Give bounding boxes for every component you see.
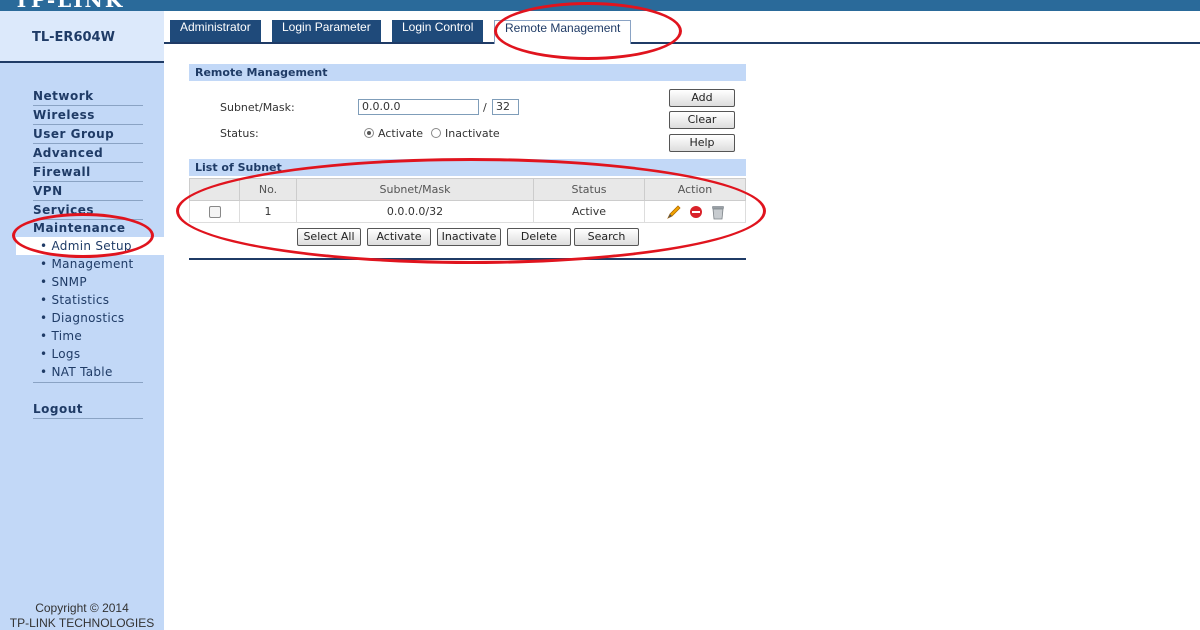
help-button[interactable]: Help	[669, 134, 735, 152]
activate-radio-label: Activate	[378, 127, 424, 140]
clear-button[interactable]: Clear	[669, 111, 735, 129]
subnet-mask-label: Subnet/Mask:	[220, 101, 295, 114]
status-label: Status:	[220, 127, 259, 140]
annotation-ellipse-admin-setup	[12, 213, 154, 258]
sub-management[interactable]: • Management	[40, 257, 134, 271]
remote-management-header: Remote Management	[189, 64, 746, 81]
copyright-line2: TP-LINK TECHNOLOGIES	[9, 616, 155, 630]
mask-input[interactable]: 32	[492, 99, 519, 115]
sub-logs[interactable]: • Logs	[40, 347, 80, 361]
inactivate-radio[interactable]	[431, 128, 441, 138]
tab-login-parameter[interactable]: Login Parameter	[272, 20, 381, 42]
sub-diagnostics[interactable]: • Diagnostics	[40, 311, 124, 325]
nav-advanced[interactable]: Advanced	[33, 145, 143, 163]
sidebar: TL-ER604W Network Wireless User Group Ad…	[0, 11, 164, 630]
nav-network[interactable]: Network	[33, 88, 143, 106]
model-box: TL-ER604W	[0, 11, 164, 63]
mask-slash: /	[483, 101, 487, 114]
annotation-ellipse-tab	[494, 2, 682, 60]
subnet-input[interactable]: 0.0.0.0	[358, 99, 479, 115]
nav-vpn[interactable]: VPN	[33, 183, 143, 201]
add-button[interactable]: Add	[669, 89, 735, 107]
sub-divider	[33, 382, 143, 383]
activate-radio[interactable]	[364, 128, 374, 138]
sub-statistics[interactable]: • Statistics	[40, 293, 109, 307]
nav-firewall[interactable]: Firewall	[33, 164, 143, 182]
tab-administrator[interactable]: Administrator	[170, 20, 261, 42]
sub-snmp[interactable]: • SNMP	[40, 275, 87, 289]
tab-login-control[interactable]: Login Control	[392, 20, 484, 42]
inactivate-radio-label: Inactivate	[445, 127, 500, 140]
nav-logout[interactable]: Logout	[33, 401, 143, 419]
model-name: TL-ER604W	[32, 30, 115, 45]
copyright-line1: Copyright © 2014	[35, 601, 129, 615]
annotation-ellipse-subnet-list	[176, 158, 766, 264]
sub-time[interactable]: • Time	[40, 329, 82, 343]
nav-wireless[interactable]: Wireless	[33, 107, 143, 125]
tab-bar: Administrator Login Parameter Login Cont…	[164, 20, 1200, 44]
sub-nat-table[interactable]: • NAT Table	[40, 365, 113, 379]
nav-user-group[interactable]: User Group	[33, 126, 143, 144]
brand-logo-fragment: TP-LINK	[14, 0, 124, 11]
